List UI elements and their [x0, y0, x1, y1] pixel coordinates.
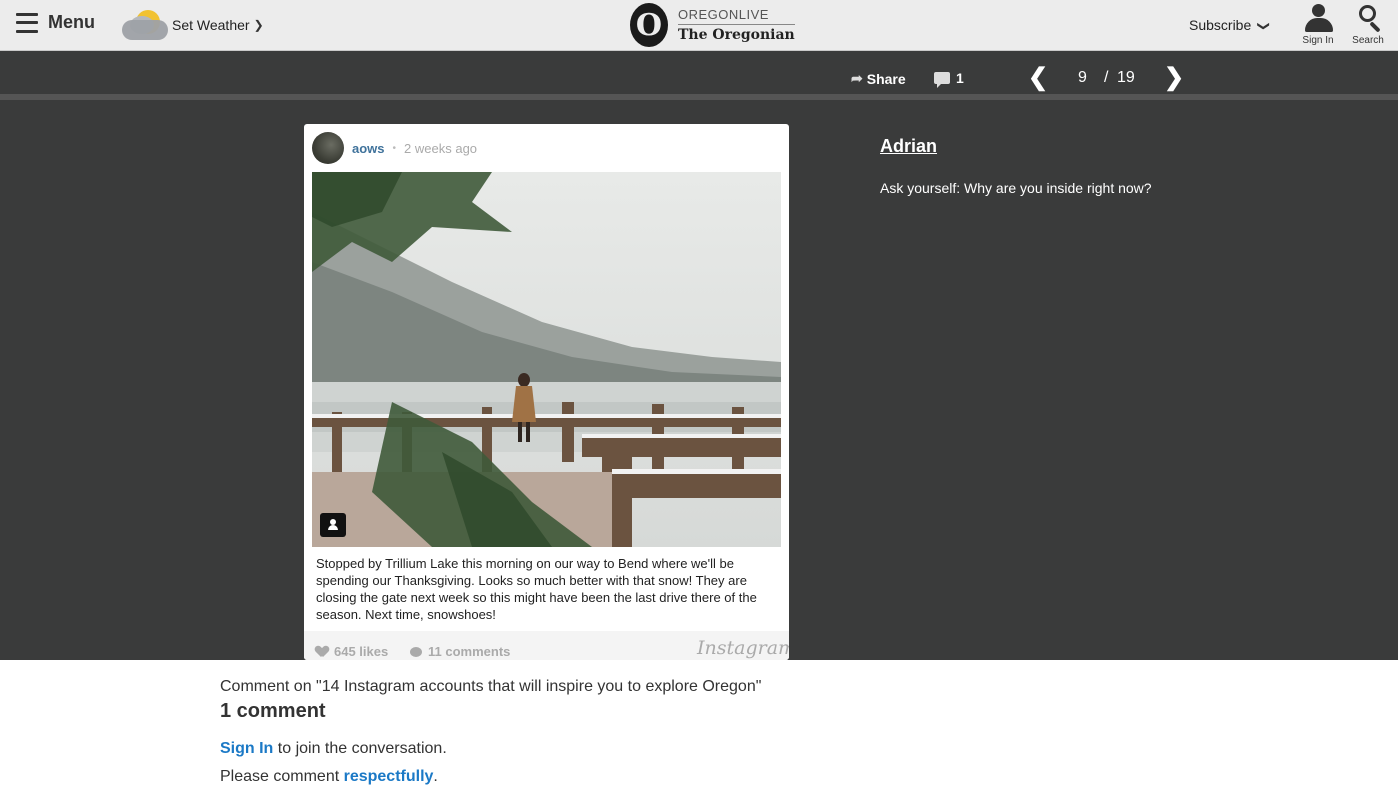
search-label: Search	[1352, 35, 1384, 46]
weather-label: Set Weather	[172, 17, 250, 33]
share-arrow-icon: ➦	[851, 70, 863, 86]
current-page: 9	[1078, 69, 1087, 86]
site-logo[interactable]: O OREGONLIVE The Oregonian	[630, 3, 795, 47]
comments-heading: Comment on "14 Instagram accounts that w…	[220, 678, 762, 695]
menu-label: Menu	[48, 12, 95, 32]
join-text: to join the conversation.	[273, 740, 447, 757]
hamburger-icon	[16, 12, 38, 33]
respectfully-link[interactable]: respectfully	[344, 768, 434, 785]
search-button[interactable]: Search	[1350, 3, 1386, 46]
signin-link[interactable]: Sign In	[220, 740, 273, 757]
post-photo[interactable]	[312, 172, 781, 547]
separator-dot: •	[392, 142, 397, 154]
post-footer: 645 likes 11 comments Instagram	[304, 631, 789, 660]
comment-bubble-icon	[410, 646, 422, 657]
instagram-embed: aows • 2 weeks ago Stopped by Trillium L…	[304, 124, 789, 660]
logo-mark: O	[630, 3, 668, 47]
post-header: aows • 2 weeks ago	[312, 132, 477, 164]
chevron-down-icon: ❯	[1257, 20, 1272, 32]
search-icon	[1353, 3, 1383, 33]
respect-text: Please comment respectfully.	[220, 768, 438, 786]
respect-suffix: .	[433, 768, 438, 785]
menu-button[interactable]: Menu	[16, 12, 95, 33]
photo-description: Ask yourself: Why are you inside right n…	[880, 180, 1152, 196]
comment-icon	[934, 72, 950, 88]
join-conversation-text: Sign In to join the conversation.	[220, 740, 447, 758]
gallery-toolbar: ➦ Share 1 ❮ 9 / 19 ❯	[0, 52, 1398, 100]
post-comments-label: 11 comments	[428, 644, 511, 659]
comment-count: 1	[956, 70, 964, 86]
partly-cloudy-icon	[120, 8, 172, 42]
post-username[interactable]: aows	[352, 141, 385, 156]
comments-count-button[interactable]: 1	[934, 70, 964, 88]
page-separator: /	[1104, 69, 1109, 86]
signin-button[interactable]: Sign In	[1300, 3, 1336, 46]
subscribe-label: Subscribe	[1189, 17, 1252, 33]
next-photo-button[interactable]: ❯	[1164, 63, 1184, 92]
subscribe-button[interactable]: Subscribe ❯	[1189, 17, 1272, 33]
signin-label: Sign In	[1302, 35, 1334, 46]
respect-prefix: Please comment	[220, 768, 344, 785]
avatar[interactable]	[312, 132, 344, 164]
share-button[interactable]: ➦ Share	[851, 70, 906, 87]
weather-button[interactable]: Set Weather ❯	[120, 8, 264, 42]
comments-section: Comment on "14 Instagram accounts that w…	[0, 660, 1398, 791]
prev-photo-button[interactable]: ❮	[1028, 63, 1048, 92]
likes-count[interactable]: 645 likes	[316, 644, 388, 659]
user-icon	[1303, 3, 1333, 33]
heart-icon	[316, 646, 328, 658]
photo-credit-link[interactable]: Adrian	[880, 136, 937, 157]
share-label: Share	[866, 70, 906, 87]
comments-count-heading: 1 comment	[220, 700, 326, 722]
post-time[interactable]: 2 weeks ago	[404, 141, 477, 156]
post-caption: Stopped by Trillium Lake this morning on…	[316, 556, 757, 622]
top-header: Menu Set Weather ❯ O OREGONLIVE The Oreg…	[0, 0, 1398, 51]
logo-the-oregonian: The Oregonian	[678, 27, 795, 43]
instagram-logo[interactable]: Instagram	[697, 637, 789, 659]
post-comments-count[interactable]: 11 comments	[410, 644, 510, 659]
lake-photo-illustration	[312, 172, 781, 547]
likes-label: 645 likes	[334, 644, 389, 659]
tagged-user-icon[interactable]	[320, 513, 346, 537]
logo-oregonlive: OREGONLIVE	[678, 7, 795, 25]
chevron-down-icon: ❯	[253, 18, 264, 32]
total-pages: 19	[1117, 69, 1135, 86]
